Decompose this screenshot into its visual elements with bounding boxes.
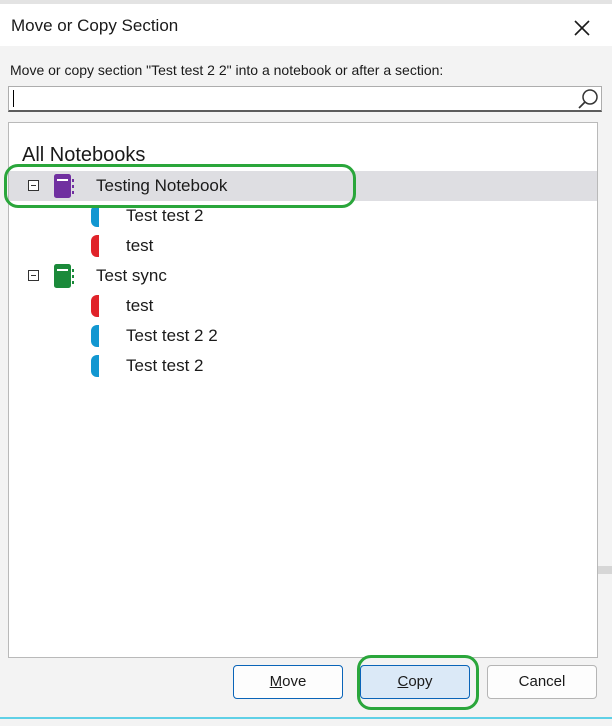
- move-or-copy-dialog: Move or Copy Section Move or copy sectio…: [0, 0, 612, 726]
- section-label: Test test 2 2: [126, 326, 218, 345]
- section-row[interactable]: test: [9, 231, 597, 261]
- section-tab-icon: [91, 325, 99, 347]
- instruction-text: Move or copy section "Test test 2 2" int…: [10, 62, 444, 78]
- notebook-row-test-sync[interactable]: Test sync: [9, 261, 597, 291]
- notebook-row-testing-notebook[interactable]: Testing Notebook: [9, 171, 597, 201]
- section-tab-icon: [91, 205, 99, 227]
- dialog-title: Move or Copy Section: [11, 16, 179, 35]
- move-mnemonic: M: [269, 673, 283, 690]
- copy-label-rest: opy: [408, 673, 433, 690]
- move-label-rest: ove: [282, 673, 307, 690]
- title-bar: Move or Copy Section: [0, 4, 612, 46]
- window-bottom-border: [0, 717, 612, 719]
- move-button[interactable]: Move: [233, 665, 343, 699]
- section-tab-icon: [91, 235, 99, 257]
- text-caret: [13, 90, 14, 107]
- purple-notebook-icon: [54, 174, 75, 198]
- section-label: Test test 2: [126, 206, 204, 225]
- scrollbar-stub: [598, 566, 612, 574]
- section-row[interactable]: Test test 2: [9, 351, 597, 381]
- section-label: test: [126, 296, 154, 315]
- section-row[interactable]: test: [9, 291, 597, 321]
- section-row[interactable]: Test test 2 2: [9, 321, 597, 351]
- section-tab-icon: [91, 295, 99, 317]
- all-notebooks-header: All Notebooks: [22, 144, 146, 166]
- copy-button[interactable]: Copy: [360, 665, 470, 699]
- section-row[interactable]: Test test 2: [9, 201, 597, 231]
- collapse-toggle[interactable]: [28, 180, 39, 191]
- notebook-label: Test sync: [96, 266, 167, 285]
- section-label: Test test 2: [126, 356, 204, 375]
- copy-mnemonic: C: [397, 673, 409, 690]
- search-box[interactable]: [8, 86, 602, 112]
- green-notebook-icon: [54, 264, 75, 288]
- search-icon[interactable]: [575, 87, 601, 111]
- cancel-button[interactable]: Cancel: [487, 665, 597, 699]
- notebook-label: Testing Notebook: [96, 176, 228, 195]
- close-icon[interactable]: [566, 12, 598, 44]
- notebook-tree: All Notebooks Testing Notebook Test test…: [8, 122, 598, 658]
- collapse-toggle[interactable]: [28, 270, 39, 281]
- search-input[interactable]: [13, 88, 561, 110]
- section-label: test: [126, 236, 154, 255]
- section-tab-icon: [91, 355, 99, 377]
